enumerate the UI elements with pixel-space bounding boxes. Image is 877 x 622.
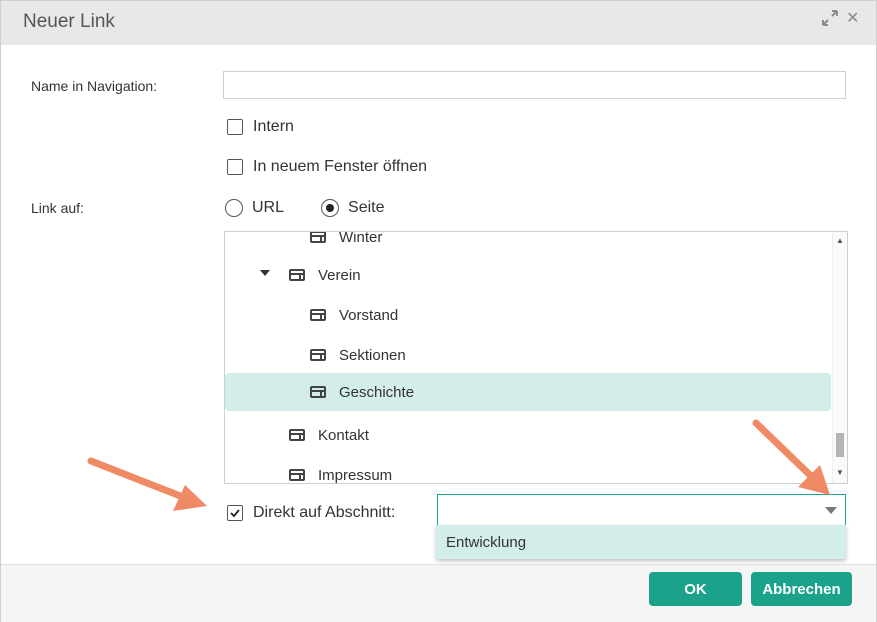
new-window-checkbox-row[interactable]: In neuem Fenster öffnen — [227, 156, 427, 178]
dialog-titlebar: Neuer Link ✕ — [1, 1, 876, 45]
new-link-dialog: Neuer Link ✕ Name in Navigation: Intern … — [0, 0, 877, 622]
link-target-label: Link auf: — [31, 200, 84, 216]
url-radio[interactable] — [225, 199, 243, 217]
chevron-down-icon[interactable] — [825, 507, 837, 514]
name-in-navigation-input[interactable] — [223, 71, 846, 99]
tree-item-geschichte[interactable]: Geschichte — [225, 373, 831, 411]
close-icon[interactable]: ✕ — [846, 8, 859, 28]
page-icon — [310, 232, 326, 243]
tree-item-label: Kontakt — [318, 426, 369, 444]
page-icon — [310, 386, 326, 398]
page-radio[interactable] — [321, 199, 340, 217]
tree-item-kontakt[interactable]: Kontakt — [289, 416, 369, 454]
tree-item-sektionen[interactable]: Sektionen — [310, 336, 406, 374]
tree-item-label: Verein — [318, 266, 361, 284]
cancel-button[interactable]: Abbrechen — [751, 572, 852, 606]
section-select[interactable] — [437, 494, 846, 526]
tree-item-label: Impressum — [318, 466, 393, 484]
link-type-radio-group: URL Seite — [225, 197, 384, 219]
page-radio-label: Seite — [348, 199, 385, 216]
intern-checkbox-row[interactable]: Intern — [227, 116, 294, 138]
new-window-label: In neuem Fenster öffnen — [253, 158, 428, 175]
intern-checkbox[interactable] — [227, 119, 243, 135]
scroll-up-icon[interactable]: ▲ — [836, 236, 844, 245]
section-dropdown-option[interactable]: Entwicklung — [436, 525, 846, 559]
tree-item-winter[interactable]: Winter — [310, 231, 383, 256]
tree-item-label: Geschichte — [339, 383, 415, 401]
direct-section-checkbox-row[interactable]: Direkt auf Abschnitt: — [227, 502, 395, 524]
tree-item-vorstand[interactable]: Vorstand — [310, 296, 398, 334]
hidden-page-icon — [289, 469, 305, 481]
expand-icon[interactable] — [821, 9, 839, 32]
scrollbar-thumb[interactable] — [836, 433, 844, 457]
tree-item-label: Vorstand — [339, 306, 399, 324]
dialog-footer — [1, 564, 876, 622]
intern-label: Intern — [253, 118, 294, 135]
page-icon — [289, 269, 305, 281]
radio-selected-dot — [326, 204, 335, 212]
tree-scrollbar[interactable]: ▲ ▼ — [832, 232, 847, 483]
url-radio-label: URL — [252, 199, 285, 216]
direct-section-checkbox[interactable] — [227, 505, 243, 521]
name-in-navigation-label: Name in Navigation: — [31, 78, 158, 94]
direct-section-label: Direkt auf Abschnitt: — [253, 504, 396, 521]
tree-item-verein[interactable]: Verein — [289, 256, 361, 294]
ok-button[interactable]: OK — [649, 572, 742, 606]
checkmark-icon — [230, 509, 240, 518]
page-icon — [310, 309, 326, 321]
tree-item-impressum[interactable]: Impressum — [289, 456, 393, 484]
new-window-checkbox[interactable] — [227, 159, 243, 175]
dialog-title: Neuer Link — [23, 11, 115, 32]
page-icon — [289, 429, 305, 441]
scroll-down-icon[interactable]: ▼ — [836, 468, 844, 477]
tree-item-label: Sektionen — [339, 346, 406, 364]
tree-item-label: Winter — [339, 231, 383, 246]
page-tree: Winter Verein Vorstand Sektionen Geschic… — [224, 231, 848, 484]
dropdown-option-label: Entwicklung — [446, 534, 527, 551]
expand-caret-icon[interactable] — [260, 270, 270, 276]
page-icon — [310, 349, 326, 361]
